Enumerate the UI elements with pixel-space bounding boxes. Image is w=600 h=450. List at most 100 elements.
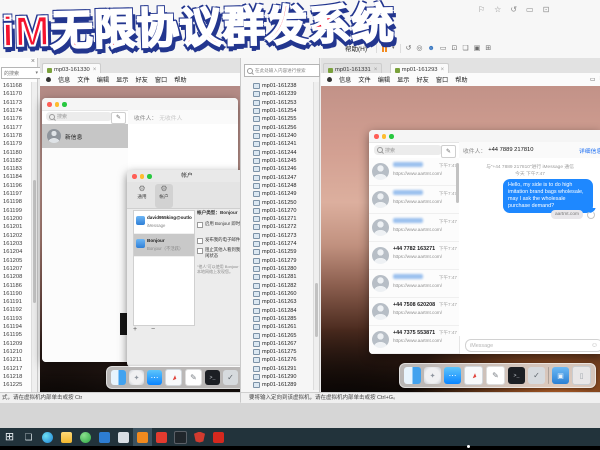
- list-item[interactable]: 161170: [0, 90, 30, 98]
- vm-list-item[interactable]: mp01-161279: [241, 257, 313, 265]
- zoom-traffic-light[interactable]: [147, 174, 152, 179]
- prefs-tab[interactable]: ⚙ 帐户: [155, 184, 173, 208]
- dock-icon[interactable]: [548, 367, 549, 384]
- dock-icon[interactable]: [165, 369, 182, 386]
- add-remove-account-buttons[interactable]: + −: [133, 326, 161, 333]
- dock-icon[interactable]: [111, 370, 126, 385]
- compose-button[interactable]: ✎: [111, 112, 126, 124]
- list-item[interactable]: 161196: [0, 182, 30, 190]
- scrollbar[interactable]: [31, 82, 37, 392]
- taskbar-icon[interactable]: [0, 428, 19, 446]
- vm-list-item[interactable]: mp01-161265: [241, 331, 313, 339]
- vm-list-item[interactable]: mp01-161284: [241, 306, 313, 314]
- titlebar-icon[interactable]: ⊡: [543, 5, 550, 14]
- menu-item[interactable]: 窗口: [155, 75, 167, 84]
- new-message-row[interactable]: 新信息: [42, 124, 128, 148]
- vm-list-item[interactable]: mp01-161248: [241, 182, 313, 190]
- apple-menu-icon[interactable]: [327, 77, 332, 82]
- vm-list-item[interactable]: mp01-161290: [241, 373, 313, 381]
- notification-bubble-icon[interactable]: ▭: [590, 76, 596, 83]
- list-item[interactable]: 161168: [0, 82, 30, 90]
- vm-list-item[interactable]: mp01-161255: [241, 115, 313, 123]
- vm-list-item[interactable]: mp01-161244: [241, 149, 313, 157]
- minimize-traffic-light[interactable]: [382, 134, 387, 139]
- list-item[interactable]: 161180: [0, 149, 30, 157]
- menu-item[interactable]: 帮助: [455, 75, 467, 84]
- vm-list-item[interactable]: mp01-161271: [241, 215, 313, 223]
- vm-list-item[interactable]: mp01-161291: [241, 365, 313, 373]
- taskbar-icon[interactable]: [171, 428, 190, 446]
- list-item[interactable]: 161218: [0, 373, 30, 381]
- taskbar-icon[interactable]: [76, 428, 95, 446]
- scrollbar-thumb[interactable]: [315, 283, 318, 337]
- taskbar-icon[interactable]: [133, 428, 152, 446]
- conversation-row[interactable]: 下午7:47 https://www.aartmt.com/: [369, 158, 459, 186]
- vm-list-item[interactable]: mp01-161240: [241, 132, 313, 140]
- menu-item[interactable]: 窗口: [436, 75, 448, 84]
- taskbar-icon[interactable]: [152, 428, 171, 446]
- list-item[interactable]: 161211: [0, 356, 30, 364]
- vm-list-item[interactable]: mp01-161249: [241, 190, 313, 198]
- toolbar-icon[interactable]: [440, 45, 447, 52]
- list-item[interactable]: 161202: [0, 232, 30, 240]
- list-item[interactable]: 161194: [0, 323, 30, 331]
- message-input[interactable]: iMessage ☺: [465, 339, 600, 352]
- conversation-row[interactable]: 下午7:47 https://www.aartmt.com/: [369, 270, 459, 298]
- details-link[interactable]: 详细信息: [579, 146, 600, 155]
- minimize-traffic-light[interactable]: [55, 102, 60, 107]
- conversation-row[interactable]: +44 7508 620208 下午7:47 https://www.aartm…: [369, 298, 459, 326]
- vm-list-item[interactable]: mp01-161239: [241, 90, 313, 98]
- dock-icon[interactable]: [486, 366, 505, 385]
- vm-list-item[interactable]: mp01-161274: [241, 240, 313, 248]
- menu-item[interactable]: 编辑: [97, 75, 109, 84]
- account-row[interactable]: david955king@outlo… iMessage: [134, 211, 194, 234]
- menu-item[interactable]: 显示: [116, 75, 128, 84]
- zoom-traffic-light[interactable]: [62, 102, 67, 107]
- menu-item[interactable]: 编辑: [378, 75, 390, 84]
- dock-icon[interactable]: [223, 370, 238, 385]
- list-item[interactable]: 161217: [0, 365, 30, 373]
- vm-list-item[interactable]: mp01-161280: [241, 265, 313, 273]
- list-item[interactable]: 161182: [0, 157, 30, 165]
- search-input[interactable]: 搜索: [374, 145, 442, 155]
- taskbar-icon[interactable]: [114, 428, 133, 446]
- list-item[interactable]: 161191: [0, 298, 30, 306]
- vm-list-item[interactable]: mp01-161272: [241, 223, 313, 231]
- taskbar-icon[interactable]: [190, 428, 209, 446]
- close-traffic-light[interactable]: [132, 174, 137, 179]
- taskbar-icon[interactable]: [57, 428, 76, 446]
- list-item[interactable]: 161192: [0, 306, 30, 314]
- conversation-row[interactable]: +44 7782 163271 下午7:47 https://www.aartm…: [369, 242, 459, 270]
- menu-item[interactable]: 信息: [58, 75, 70, 84]
- dock-icon[interactable]: [424, 367, 441, 384]
- apple-menu-icon[interactable]: [46, 77, 51, 82]
- list-item[interactable]: 161176: [0, 115, 30, 123]
- vm-list-item[interactable]: mp01-161281: [241, 273, 313, 281]
- account-row[interactable]: Bonjour Bonjour（不活跃）: [134, 234, 194, 257]
- list-item[interactable]: 161177: [0, 124, 30, 132]
- titlebar-icon[interactable]: ⚐: [478, 5, 485, 14]
- titlebar-icon[interactable]: ↺: [510, 5, 517, 14]
- vm-list-item[interactable]: mp01-161256: [241, 124, 313, 132]
- dock-icon[interactable]: [444, 367, 461, 384]
- list-item[interactable]: 161201: [0, 223, 30, 231]
- prefs-tab[interactable]: ⚙ 通用: [133, 184, 151, 208]
- list-item[interactable]: 161198: [0, 198, 30, 206]
- checkbox[interactable]: [197, 248, 203, 254]
- list-item[interactable]: 161205: [0, 257, 30, 265]
- search-input[interactable]: 搜索: [46, 112, 112, 121]
- toolbar-icon[interactable]: [452, 45, 458, 52]
- list-item[interactable]: 161193: [0, 315, 30, 323]
- taskbar-icon[interactable]: [19, 428, 38, 446]
- dock-icon[interactable]: [147, 370, 162, 385]
- list-item[interactable]: 161190: [0, 290, 30, 298]
- library-search-combo[interactable]: 的搜索 ▾: [1, 67, 41, 79]
- vm-list-item[interactable]: mp01-161263: [241, 298, 313, 306]
- dock-icon[interactable]: [552, 367, 569, 384]
- vm-list-item[interactable]: mp01-161261: [241, 323, 313, 331]
- vm-list-item[interactable]: mp01-161285: [241, 315, 313, 323]
- toolbar-icon[interactable]: [406, 45, 412, 52]
- list-item[interactable]: 161210: [0, 348, 30, 356]
- menu-item[interactable]: 文件: [358, 75, 370, 84]
- list-item[interactable]: 161200: [0, 215, 30, 223]
